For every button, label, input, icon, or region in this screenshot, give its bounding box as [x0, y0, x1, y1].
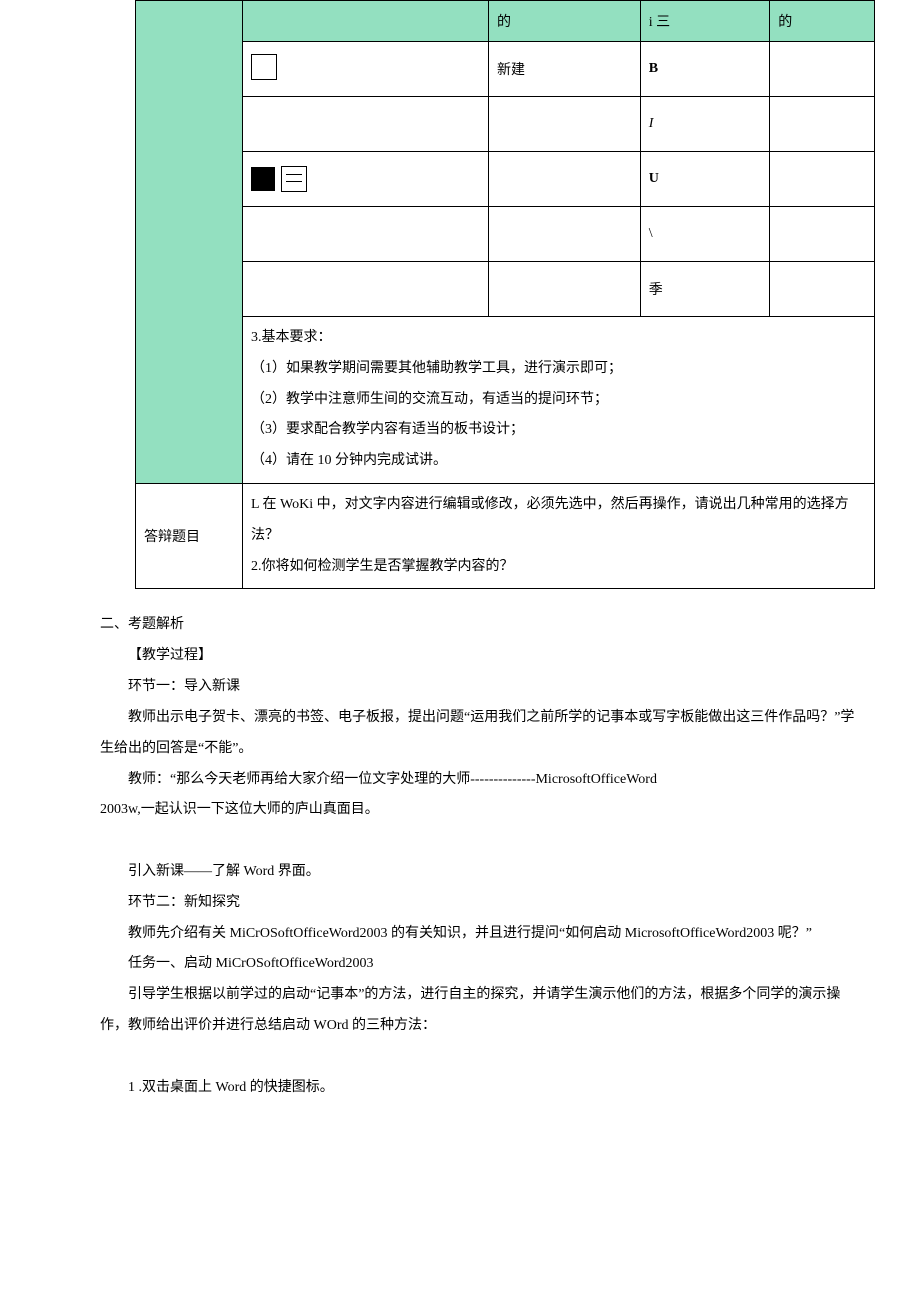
- paragraph: 教师出示电子贺卡、漂亮的书签、电子板报，提出问题“运用我们之前所学的记事本或写字…: [100, 703, 860, 765]
- cell-icon-white-square: [243, 42, 489, 97]
- cell-new: 新建: [489, 42, 641, 97]
- defense-q1: L 在 WoKi 中，对文字内容进行编辑或修改，必须先选中，然后再操作，请说出几…: [251, 490, 866, 552]
- cell-b: B: [640, 42, 770, 97]
- cell-r4c2: [489, 207, 641, 262]
- requirements-cell: 3.基本要求： （1）如果教学期间需要其他辅助教学工具，进行演示即可； （2）教…: [243, 317, 875, 484]
- white-square-icon: [251, 54, 277, 80]
- cell-r5c1: [243, 262, 489, 317]
- paragraph: 环节二：新知探究: [100, 888, 860, 919]
- paragraph: 环节一：导入新课: [100, 672, 860, 703]
- cell-backslash: \: [640, 207, 770, 262]
- cell-i: I: [640, 97, 770, 152]
- cell-icon-black-bar: [243, 152, 489, 207]
- paragraph: 引导学生根据以前学过的启动“记事本”的方法，进行自主的探究，并请学生演示他们的方…: [100, 980, 860, 1042]
- bar-square-icon: [281, 166, 307, 192]
- th-col1: [243, 1, 489, 42]
- table-row: \: [136, 207, 875, 262]
- cell-r5c4: [770, 262, 875, 317]
- th-col3: i 三: [640, 1, 770, 42]
- cell-r2c1: [243, 97, 489, 152]
- requirement-item: （2）教学中注意师生间的交流互动，有适当的提问环节；: [251, 385, 866, 416]
- paragraph: 引入新课——了解 Word 界面。: [100, 857, 860, 888]
- requirement-item: （3）要求配合教学内容有适当的板书设计；: [251, 415, 866, 446]
- italic-i-text: I: [649, 116, 654, 131]
- section2-title: 二、考题解析: [100, 613, 920, 633]
- table-row: 新建 B: [136, 42, 875, 97]
- th-col2: 的: [489, 1, 641, 42]
- cell-r3c2: [489, 152, 641, 207]
- paragraph: 任务一、启动 MiCrOSoftOfficeWord2003: [100, 949, 860, 980]
- th-col3-text: i 三: [649, 15, 670, 30]
- table-left-spacer: [136, 1, 243, 484]
- defense-content-cell: L 在 WoKi 中，对文字内容进行编辑或修改，必须先选中，然后再操作，请说出几…: [243, 483, 875, 588]
- requirement-item: （4）请在 10 分钟内完成试讲。: [251, 446, 866, 477]
- defense-label-cell: 答辩题目: [136, 483, 243, 588]
- cell-r4c1: [243, 207, 489, 262]
- table-header-row: 的 i 三 的: [136, 1, 875, 42]
- u-char-text: U: [649, 171, 659, 186]
- requirement-item: （1）如果教学期间需要其他辅助教学工具，进行演示即可；: [251, 354, 866, 385]
- main-table: 的 i 三 的 新建 B I U \: [135, 0, 875, 589]
- bold-b-text: B: [649, 61, 658, 76]
- paragraph-continuation: 2003w,一起认识一下这位大师的庐山真面目。: [100, 795, 860, 826]
- black-square-icon: [251, 167, 275, 191]
- cell-r2c4: [770, 97, 875, 152]
- body-text-block: 【教学过程】 环节一：导入新课 教师出示电子贺卡、漂亮的书签、电子板报，提出问题…: [100, 641, 860, 1103]
- paragraph: 教师：“那么今天老师再给大家介绍一位文字处理的大师--------------M…: [100, 765, 860, 796]
- table-row: U: [136, 152, 875, 207]
- table-row: I: [136, 97, 875, 152]
- requirements-title: 3.基本要求：: [251, 323, 866, 354]
- cell-ji: 季: [640, 262, 770, 317]
- cell-r4c4: [770, 207, 875, 262]
- table-row: 季: [136, 262, 875, 317]
- table-defense-row: 答辩题目 L 在 WoKi 中，对文字内容进行编辑或修改，必须先选中，然后再操作…: [136, 483, 875, 588]
- cell-u: U: [640, 152, 770, 207]
- th-col4: 的: [770, 1, 875, 42]
- document-page: 的 i 三 的 新建 B I U \: [0, 0, 920, 1103]
- cell-r1c4: [770, 42, 875, 97]
- subtitle-teaching-process: 【教学过程】: [100, 641, 860, 672]
- cell-r3c4: [770, 152, 875, 207]
- cell-r5c2: [489, 262, 641, 317]
- defense-q2: 2.你将如何检测学生是否掌握教学内容的？: [251, 552, 866, 583]
- paragraph: 1 .双击桌面上 Word 的快捷图标。: [100, 1073, 860, 1104]
- cell-r2c2: [489, 97, 641, 152]
- table-requirements-row: 3.基本要求： （1）如果教学期间需要其他辅助教学工具，进行演示即可； （2）教…: [136, 317, 875, 484]
- paragraph: 教师先介绍有关 MiCrOSoftOfficeWord2003 的有关知识，并且…: [100, 919, 860, 950]
